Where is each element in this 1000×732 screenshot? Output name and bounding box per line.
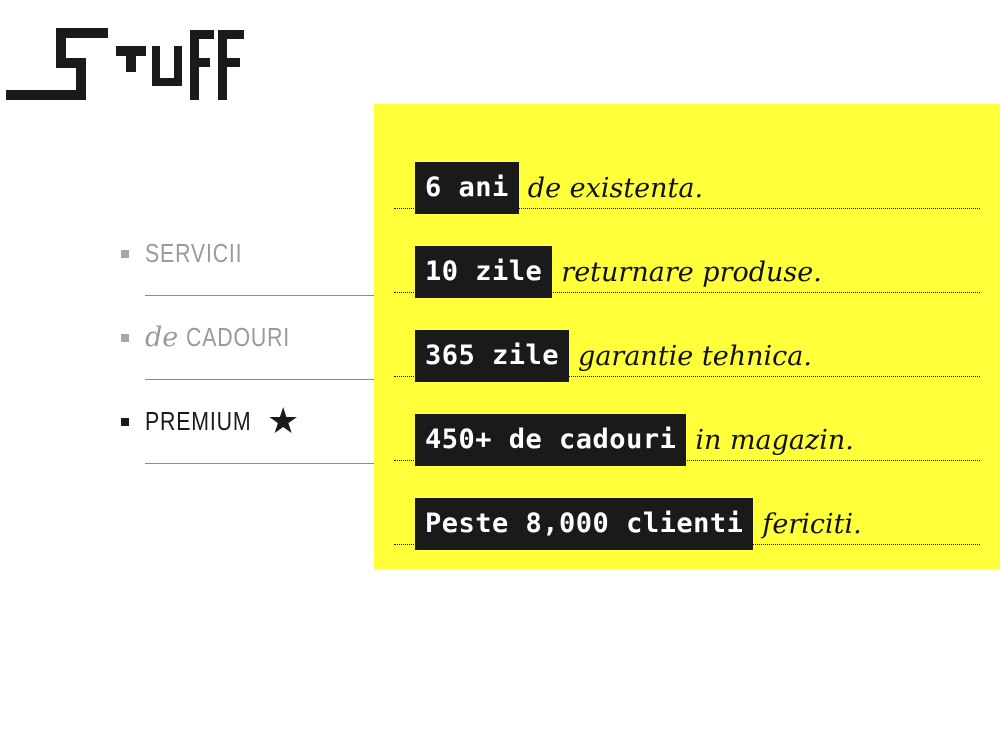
stats-panel: 6 ani de existenta. 10 zile returnare pr… xyxy=(374,104,1000,569)
stat-row: 450+ de cadouri in magazin. xyxy=(394,377,980,466)
stat-highlight: 6 ani xyxy=(415,162,519,214)
star-icon: ★ xyxy=(267,400,300,442)
main-nav: SERVICII de CADOURI PREMIUM ★ xyxy=(120,212,376,464)
nav-label-cadouri: CADOURI xyxy=(186,322,291,352)
stat-highlight: 365 zile xyxy=(415,330,570,382)
nav-bullet xyxy=(121,417,129,426)
stat-row: 10 zile returnare produse. xyxy=(394,209,980,298)
stuff-logo-mark xyxy=(6,28,244,100)
nav-bullet xyxy=(121,249,129,258)
brand-logo[interactable] xyxy=(6,28,246,102)
stat-highlight: Peste 8,000 clienti xyxy=(415,498,754,550)
nav-prefix-de: de xyxy=(145,322,179,353)
stat-text: garantie tehnica. xyxy=(578,340,812,372)
stat-text: fericiti. xyxy=(762,508,862,540)
stat-row: 365 zile garantie tehnica. xyxy=(394,293,980,382)
nav-item-servicii[interactable]: SERVICII xyxy=(121,212,376,296)
nav-item-premium[interactable]: PREMIUM ★ xyxy=(121,380,376,464)
nav-bullet xyxy=(121,333,129,342)
stat-row: Peste 8,000 clienti fericiti. xyxy=(394,461,980,550)
stat-text: in magazin. xyxy=(695,424,854,456)
nav-item-cadouri[interactable]: de CADOURI xyxy=(121,296,376,380)
stat-text: de existenta. xyxy=(527,172,704,204)
stat-highlight: 450+ de cadouri xyxy=(415,414,687,466)
stat-text: returnare produse. xyxy=(561,256,822,288)
stat-row: 6 ani de existenta. xyxy=(394,125,980,214)
stat-highlight: 10 zile xyxy=(415,246,553,298)
nav-label-servicii: SERVICII xyxy=(145,238,243,268)
nav-label-premium: PREMIUM xyxy=(145,406,252,436)
